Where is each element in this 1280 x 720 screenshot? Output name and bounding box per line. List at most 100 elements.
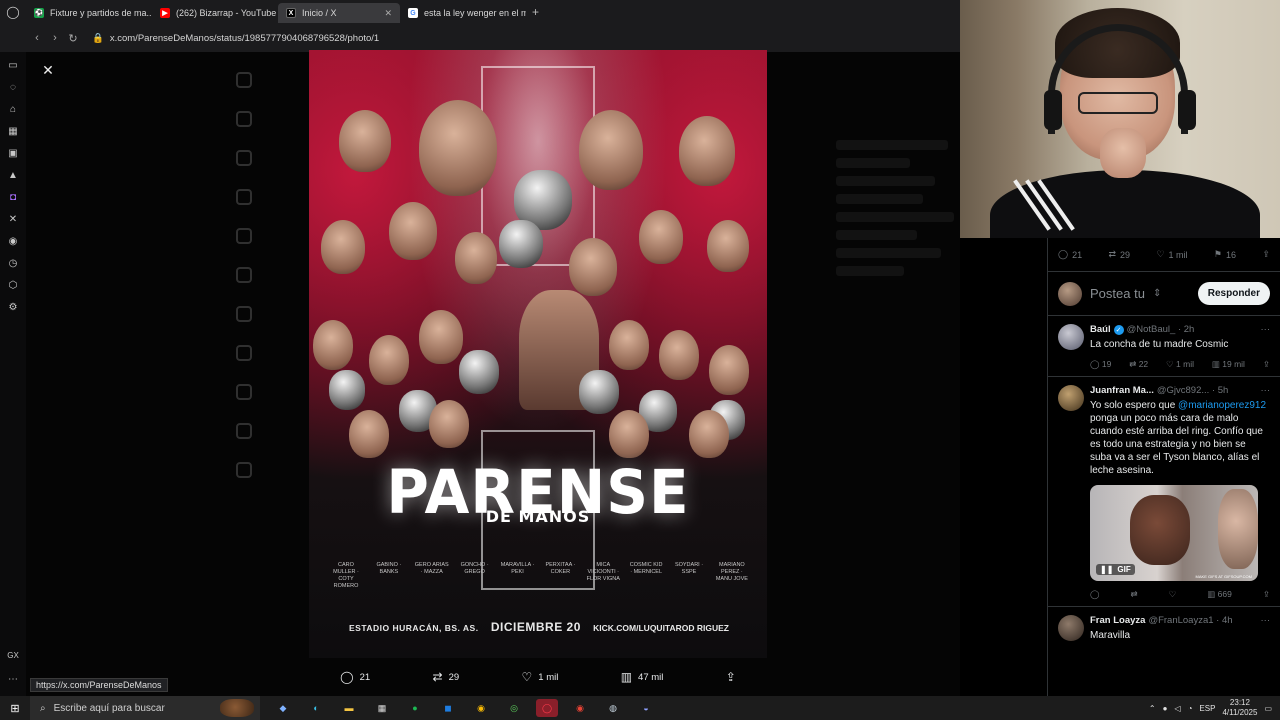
poster-subtitle: DE MANOS [485, 507, 591, 526]
reposts-stat[interactable]: ⇄ 29 [1108, 249, 1130, 260]
author-name[interactable]: Juanfran Ma... [1090, 385, 1154, 396]
tab-fixture[interactable]: ⚽ Fixture y partidos de ma... [26, 3, 152, 23]
notes-icon[interactable]: ▣ [6, 146, 20, 160]
more-options-icon[interactable]: ··· [1261, 615, 1271, 626]
tweet-stats: ◯ ⇄ ♡ ▥ 669 ⇪ [1090, 581, 1270, 606]
author-handle[interactable]: @NotBaul_ · 2h [1127, 324, 1195, 335]
bookmarks-stat[interactable]: ⚑ 16 [1214, 249, 1236, 260]
like-stat[interactable]: ♡ 1 mil [1166, 359, 1194, 370]
outlook-icon[interactable]: ◼ [437, 699, 459, 717]
network-icon[interactable]: ◔ [1188, 704, 1193, 713]
reply-submit-button[interactable]: Responder [1197, 282, 1270, 305]
file-explorer-icon[interactable]: ▬ [338, 699, 360, 717]
search-placeholder: Escribe aquí para buscar [53, 702, 165, 714]
more-icon[interactable]: ⋯ [6, 672, 20, 686]
clock[interactable]: 23:12 4/11/2025 [1222, 698, 1257, 718]
tab-google[interactable]: G esta la ley wenger en el m [400, 3, 526, 23]
aria-icon[interactable]: ▲ [6, 168, 20, 182]
fighters-list: CARO MULLER · COTY ROMERO GABINO · BANKS… [329, 562, 749, 590]
forward-icon[interactable]: › [50, 32, 60, 44]
reply-tweet[interactable]: Juanfran Ma... @Gjvc892... · 5h ··· Yo s… [1048, 377, 1280, 607]
youtube-icon: ▶ [160, 8, 170, 18]
pause-icon[interactable]: ❚❚ [1100, 565, 1113, 574]
author-name[interactable]: Fran Loayza [1090, 615, 1145, 626]
share-icon[interactable]: ⇪ [1262, 249, 1270, 260]
views-stat[interactable]: ▥ 669 [1207, 589, 1232, 600]
author-name[interactable]: Baúl [1090, 324, 1111, 335]
like-stat[interactable]: ♡ [1169, 589, 1177, 600]
reply-input[interactable]: Postea tu [1090, 286, 1145, 301]
xbox-icon[interactable]: ◎ [503, 699, 525, 717]
wallet-icon[interactable]: ▭ [6, 58, 20, 72]
repost-stat[interactable]: ⇄ [1131, 589, 1138, 600]
event-venue: ESTADIO HURACÁN, BS. AS. [349, 623, 479, 633]
like-button[interactable]: ♡ 1 mil [522, 670, 559, 684]
chrome-icon[interactable]: ◉ [470, 699, 492, 717]
repost-stat[interactable]: ⇄ 22 [1129, 359, 1148, 370]
copilot-icon[interactable]: ◆ [272, 699, 294, 717]
gx-icon[interactable]: GX [6, 648, 20, 662]
reply-button[interactable]: ◯ 21 [340, 670, 370, 684]
author-handle[interactable]: @FranLoayza1 · 4h [1148, 615, 1232, 626]
tab-x-home[interactable]: X Inicio / X ✕ [278, 3, 400, 23]
close-tab-icon[interactable]: ✕ [384, 8, 392, 19]
avatar[interactable] [1058, 385, 1084, 411]
heart-icon: ♡ [1156, 249, 1165, 259]
windows-start-icon[interactable]: ⊞ [0, 696, 30, 720]
taskbar-search[interactable]: ⌕ Escribe aquí para buscar [30, 696, 260, 720]
taskbar-apps: ◆ ◐ ▬ ▦ ● ◼ ◉ ◎ ◯ ◉ ◍ ◒ [272, 699, 657, 717]
player-icon[interactable]: ◉ [6, 234, 20, 248]
new-tab-icon[interactable]: + [526, 5, 545, 19]
expand-icon[interactable]: ⇕ [1153, 288, 1161, 299]
twitch-icon[interactable]: ◘ [6, 190, 20, 204]
reply-tweet[interactable]: Fran Loayza @FranLoayza1 · 4h ··· Maravi… [1048, 607, 1280, 642]
reply-tweet[interactable]: Baúl ✓ @NotBaul_ · 2h ··· La concha de t… [1048, 316, 1280, 377]
shopping-bag-icon[interactable]: ⌂ [6, 102, 20, 116]
notifications-icon[interactable]: ▭ [1264, 704, 1272, 713]
share-icon[interactable]: ⇪ [1263, 359, 1270, 370]
avatar[interactable] [1058, 324, 1084, 350]
reply-stat[interactable]: ◯ [1090, 589, 1100, 600]
avatar[interactable] [1058, 615, 1084, 641]
fighter-pair: COSMIC KID · MERNICEL [629, 562, 663, 575]
tray-chevron-icon[interactable]: ⌃ [1149, 704, 1156, 713]
microphone-icon[interactable]: ● [1163, 704, 1168, 713]
close-media-icon[interactable]: ✕ [40, 62, 56, 78]
opera-logo-icon[interactable]: ◯ [0, 0, 26, 24]
x-sidebar-icon[interactable]: ✕ [6, 212, 20, 226]
date: 4/11/2025 [1222, 708, 1258, 717]
mention-link[interactable]: @marianoperez912 [1178, 400, 1266, 411]
extensions-icon[interactable]: ⬡ [6, 278, 20, 292]
discord-icon[interactable]: ◒ [635, 699, 657, 717]
replies-stat[interactable]: ◯ 21 [1058, 249, 1082, 260]
repost-button[interactable]: ⇄ 29 [433, 670, 460, 684]
back-icon[interactable]: ‹ [32, 32, 42, 44]
settings-gear-icon[interactable]: ⚙ [6, 300, 20, 314]
view-count: 47 mil [638, 671, 664, 683]
share-icon[interactable]: ⇪ [1263, 589, 1270, 600]
pinboard-icon[interactable]: ▦ [6, 124, 20, 138]
tab-youtube[interactable]: ▶ (262) Bizarrap - YouTube [152, 3, 278, 23]
volume-icon[interactable]: ◁ [1174, 704, 1180, 713]
chrome-alt-icon[interactable]: ◉ [569, 699, 591, 717]
store-icon[interactable]: ▦ [371, 699, 393, 717]
edge-icon[interactable]: ◐ [305, 699, 327, 717]
language-indicator[interactable]: ESP [1199, 704, 1215, 713]
author-handle[interactable]: @Gjvc892... · 5h [1157, 385, 1228, 396]
replies-panel: ◯ 21 ⇄ 29 ♡ 1 mil ⚑ 16 ⇪ Postea tu ⇕ Respond… [1047, 238, 1280, 696]
history-icon[interactable]: ◷ [6, 256, 20, 270]
views-button[interactable]: ▥ 47 mil [621, 670, 664, 684]
reply-stat[interactable]: ◯ 19 [1090, 359, 1111, 370]
steam-icon[interactable]: ◍ [602, 699, 624, 717]
reload-icon[interactable]: ↻ [68, 32, 78, 45]
likes-stat[interactable]: ♡ 1 mil [1156, 249, 1187, 260]
gif-media[interactable]: ❚❚ GIF MAKE GIFS AT GIFSOUP.COM [1090, 485, 1258, 581]
opera-gx-icon[interactable]: ◯ [536, 699, 558, 717]
more-options-icon[interactable]: ··· [1261, 385, 1271, 396]
url-field[interactable]: 🔒 x.com/ParenseDeManos/status/19857779040… [92, 33, 379, 44]
more-options-icon[interactable]: ··· [1261, 324, 1271, 335]
messenger-icon[interactable]: ◌ [6, 80, 20, 94]
views-stat[interactable]: ▥ 19 mil [1212, 359, 1245, 370]
spotify-icon[interactable]: ● [404, 699, 426, 717]
share-button[interactable]: ⇪ [726, 670, 736, 684]
